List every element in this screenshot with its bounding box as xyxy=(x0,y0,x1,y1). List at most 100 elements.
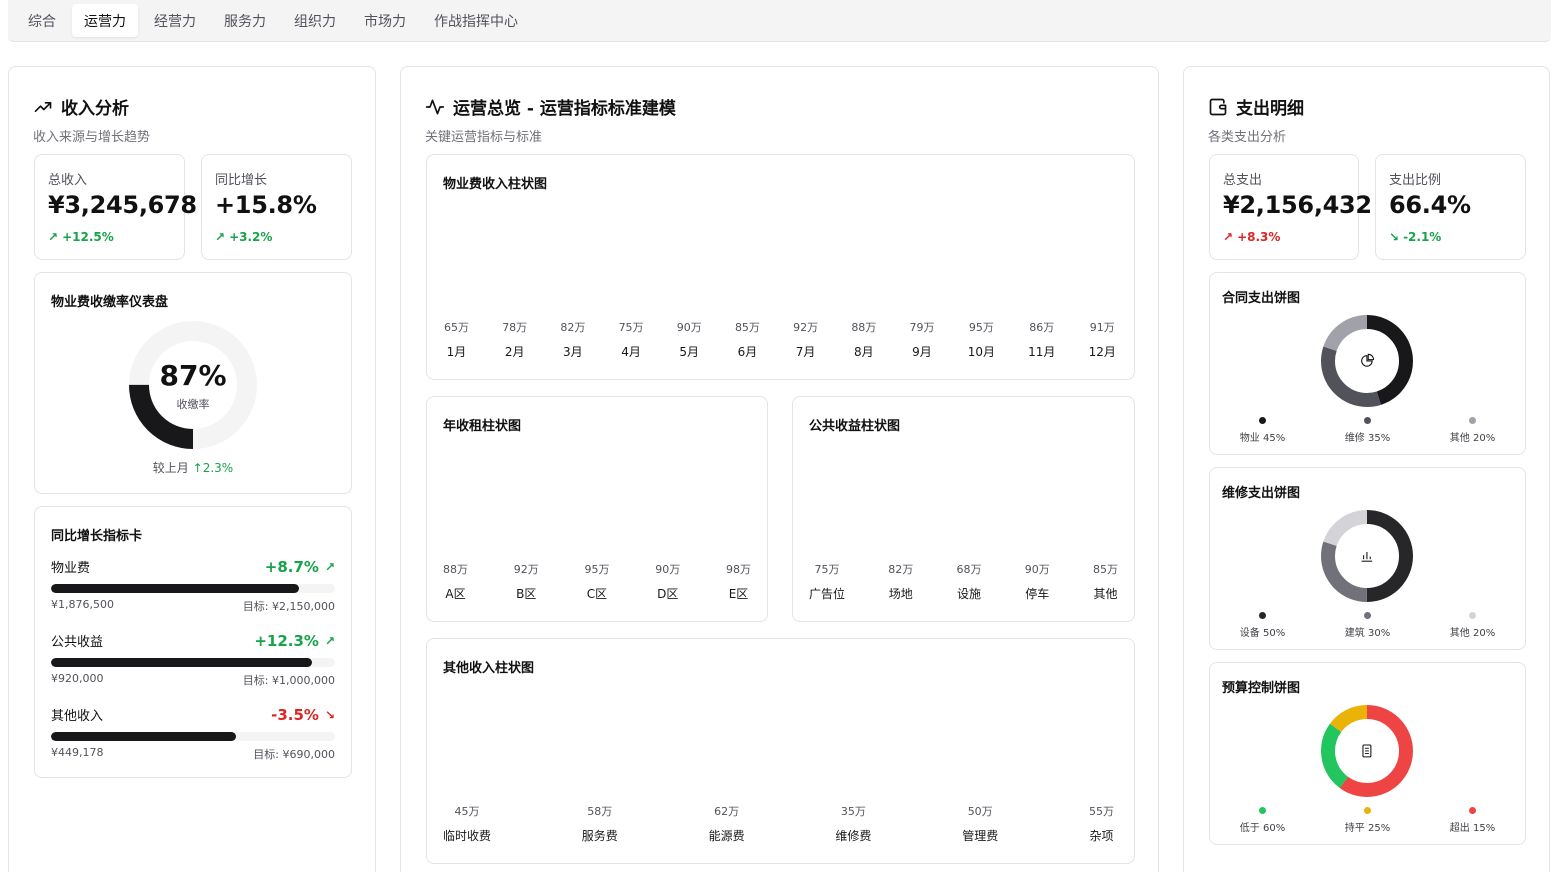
progress-fill xyxy=(51,584,299,593)
legend-item: 物业 45% xyxy=(1240,417,1285,444)
bar-category-label: 服务费 xyxy=(581,829,618,843)
legend-item: 超出 15% xyxy=(1450,807,1495,834)
expense-panel: 支出明细 各类支出分析 总支出 ¥2,156,432 ↗ +8.3% 支出比例 6… xyxy=(1183,66,1550,872)
growth-indicator-card: 同比增长指标卡 物业费 +8.7% ↗ ¥1,876,500 目标: ¥2,150,00… xyxy=(34,506,352,778)
collection-gauge-card: 物业费收缴率仪表盘 87% 收缴率 较上月 ↑2.3% xyxy=(34,272,352,494)
bar-value-label: 90万 xyxy=(1024,563,1050,576)
wallet-icon xyxy=(1209,98,1227,115)
bar-category-label: 管理费 xyxy=(962,829,999,843)
tab-0[interactable]: 综合 xyxy=(16,4,68,37)
legend-dot xyxy=(1469,612,1476,619)
operations-panel-title: 运营总览 - 运营指标标准建模 xyxy=(425,94,676,119)
chart-bar-rent: 92万 B区 xyxy=(514,561,539,602)
arrow-up-right-icon: ↗ xyxy=(215,230,226,244)
chart-bar-property: 92万 7月 xyxy=(793,319,818,360)
bar-value-label: 90万 xyxy=(655,563,681,576)
legend-item: 建筑 30% xyxy=(1345,612,1390,639)
pie-chart-icon xyxy=(1361,353,1375,367)
chart-bar-public: 68万设施 xyxy=(956,561,981,602)
collection-gauge: 87% 收缴率 xyxy=(129,321,257,449)
bar-category-label: 临时收费 xyxy=(443,829,492,843)
bar-category-label: 能源费 xyxy=(708,829,745,843)
growth-item: 物业费 +8.7% ↗ ¥1,876,500 目标: ¥2,150,000 xyxy=(51,557,335,614)
operations-panel-subtitle: 关键运营指标与标准 xyxy=(425,130,543,145)
bar-category-label: 11月 xyxy=(1028,345,1056,359)
bar-value-label: 68万 xyxy=(956,563,982,576)
pie-legend: 低于 60% 持平 25% 超出 15% xyxy=(1210,807,1525,834)
operations-panel: 运营总览 - 运营指标标准建模 关键运营指标与标准 物业费收入柱状图 65万 1月… xyxy=(400,66,1159,872)
yoy-growth-value: +15.8% xyxy=(215,191,317,219)
bar-category-label: 9月 xyxy=(912,345,932,359)
bar-value-label: 92万 xyxy=(513,563,539,576)
public-income-chart: 公共收益柱状图 75万 广告位 82万 场地 68万 设施 90万 停车 85万 其他 xyxy=(792,396,1135,622)
bar-category-label: 维修费 xyxy=(835,829,872,843)
chart-bar-property: 75万 4月 xyxy=(619,319,644,360)
activity-icon xyxy=(425,99,445,114)
expense-panel-title: 支出明细 xyxy=(1208,94,1304,119)
bar-value-label: 98万 xyxy=(726,563,751,576)
bar-value-label: 50万 xyxy=(967,805,993,818)
legend-dot xyxy=(1469,807,1476,814)
bar-value-label: 86万 xyxy=(1029,321,1055,334)
chart-bar-property: 82万 3月 xyxy=(560,319,585,360)
chart-bar-property: 78万 2月 xyxy=(502,319,527,360)
bar-category-label: E区 xyxy=(728,587,749,601)
bar-value-label: 91万 xyxy=(1089,321,1115,334)
bar-category-label: 7月 xyxy=(795,345,816,359)
tab-4[interactable]: 组织力 xyxy=(282,4,348,37)
bar-category-label: 场地 xyxy=(888,587,913,601)
expense-panel-subtitle: 各类支出分析 xyxy=(1208,130,1287,145)
chart-bar-property: 95万 10月 xyxy=(968,319,995,360)
bar-value-label: 65万 xyxy=(444,321,469,334)
arrow-up-right-icon: ↗ xyxy=(324,633,335,648)
chart-bar-rent: 98万 E区 xyxy=(726,561,751,602)
growth-item: 公共收益 +12.3% ↗ ¥920,000 目标: ¥1,000,000 xyxy=(51,631,335,688)
bar-value-label: 92万 xyxy=(793,321,819,334)
bar-category-label: 设施 xyxy=(956,587,981,601)
growth-item-target: 目标: ¥2,150,000 xyxy=(242,600,335,613)
tab-5[interactable]: 市场力 xyxy=(352,4,418,37)
chart-bar-other: 50万管理费 xyxy=(962,803,998,844)
bar-value-label: 58万 xyxy=(587,805,613,818)
legend-item: 低于 60% xyxy=(1240,807,1285,834)
bar-value-label: 82万 xyxy=(560,321,586,334)
total-income-value: ¥3,245,678 xyxy=(48,191,197,219)
bar-category-label: 2月 xyxy=(504,345,525,359)
growth-item-actual: ¥449,178 xyxy=(51,746,104,759)
legend-dot xyxy=(1259,417,1266,424)
total-income-card: 总收入 ¥3,245,678 ↗ +12.5% xyxy=(34,154,197,260)
growth-item-actual: ¥920,000 xyxy=(51,672,104,685)
other-income-chart: 其他收入柱状图 45万 临时收费 58万 服务费 62万 能源费 35万 维修费 50万 管理费 5… xyxy=(426,638,1135,864)
bar-value-label: 55万 xyxy=(1088,805,1114,818)
arrow-up-right-icon: ↗ xyxy=(1223,230,1234,244)
tab-6[interactable]: 作战指挥中心 xyxy=(422,4,530,37)
chart-bar-other: 58万服务费 xyxy=(582,803,618,844)
income-panel-title: 收入分析 xyxy=(33,94,129,119)
chart-bar-other: 45万临时收费 xyxy=(443,803,491,844)
bar-category-label: 广告位 xyxy=(809,587,846,601)
trending-up-icon xyxy=(34,101,52,112)
growth-item-pct: -3.5% xyxy=(271,705,319,724)
bar-category-label: 其他 xyxy=(1093,587,1118,601)
chart-bar-rent: 88万 A区 xyxy=(443,561,468,602)
legend-dot xyxy=(1259,612,1266,619)
bar-chart-icon xyxy=(1361,551,1373,562)
growth-item-pct: +8.7% xyxy=(264,557,319,576)
bar-value-label: 90万 xyxy=(676,321,702,334)
expense-ratio-card: 支出比例 66.4% ↘ -2.1% xyxy=(1375,154,1526,260)
arrow-down-right-icon: ↘ xyxy=(1389,230,1400,244)
document-icon xyxy=(1362,744,1372,758)
bar-value-label: 35万 xyxy=(840,805,866,818)
bar-value-label: 45万 xyxy=(454,805,480,818)
bar-category-label: A区 xyxy=(445,587,466,601)
chart-bar-property: 90万 5月 xyxy=(677,319,702,360)
tab-2[interactable]: 经营力 xyxy=(142,4,208,37)
bar-value-label: 85万 xyxy=(1092,563,1118,576)
chart-bar-rent: 95万 C区 xyxy=(585,561,610,602)
growth-item-name: 物业费 xyxy=(51,561,91,576)
tab-3[interactable]: 服务力 xyxy=(212,4,278,37)
legend-item: 持平 25% xyxy=(1345,807,1390,834)
arrow-down-right-icon: ↘ xyxy=(324,707,335,722)
bar-category-label: 3月 xyxy=(563,345,583,359)
tab-1[interactable]: 运营力 xyxy=(72,4,138,37)
